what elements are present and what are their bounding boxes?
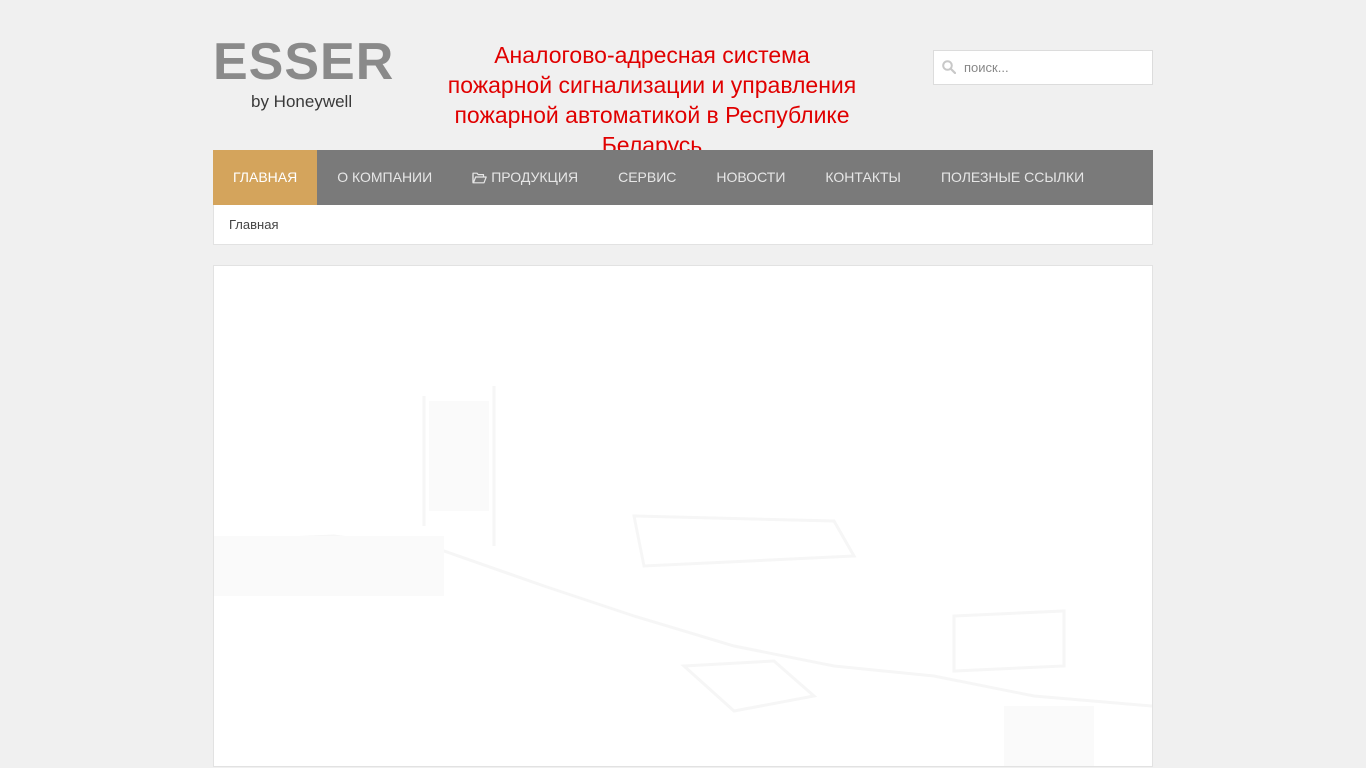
search-box[interactable] (933, 50, 1153, 85)
nav-item-service[interactable]: Сервис (598, 150, 696, 205)
site-title: Аналогово-адресная система пожарной сигн… (447, 42, 857, 158)
nav-item-label: Контакты (825, 169, 901, 185)
nav-item-label: Сервис (618, 169, 677, 185)
nav-item-useful-links[interactable]: Полезные ссылки (921, 150, 1104, 205)
logo-wordmark: ESSER (213, 33, 395, 91)
search-icon (942, 60, 956, 74)
nav-item-label: Новости (716, 169, 786, 185)
search-input[interactable] (964, 51, 1144, 84)
nav-item-label: Продукция (491, 169, 579, 185)
breadcrumb: Главная (213, 205, 1153, 245)
nav-item-label: Главная (233, 169, 298, 185)
nav-item-contacts[interactable]: Контакты (805, 150, 921, 205)
faded-industrial-image (214, 266, 1152, 766)
hero-slider-image[interactable] (213, 265, 1153, 767)
logo-subtitle: by Honeywell (251, 92, 353, 111)
nav-item-about[interactable]: О компании (317, 150, 452, 205)
nav-item-home[interactable]: Главная (213, 150, 318, 205)
nav-item-products[interactable]: Продукция (452, 150, 598, 205)
nav-item-label: Полезные ссылки (940, 169, 1085, 185)
folder-open-icon (472, 172, 487, 183)
main-navigation: Главная О компании Продукция Сервис Ново… (213, 150, 1153, 205)
breadcrumb-current: Главная (229, 217, 279, 232)
nav-item-news[interactable]: Новости (696, 150, 805, 205)
esser-logo[interactable]: ESSER by Honeywell (213, 36, 403, 116)
nav-item-label: О компании (337, 169, 433, 185)
